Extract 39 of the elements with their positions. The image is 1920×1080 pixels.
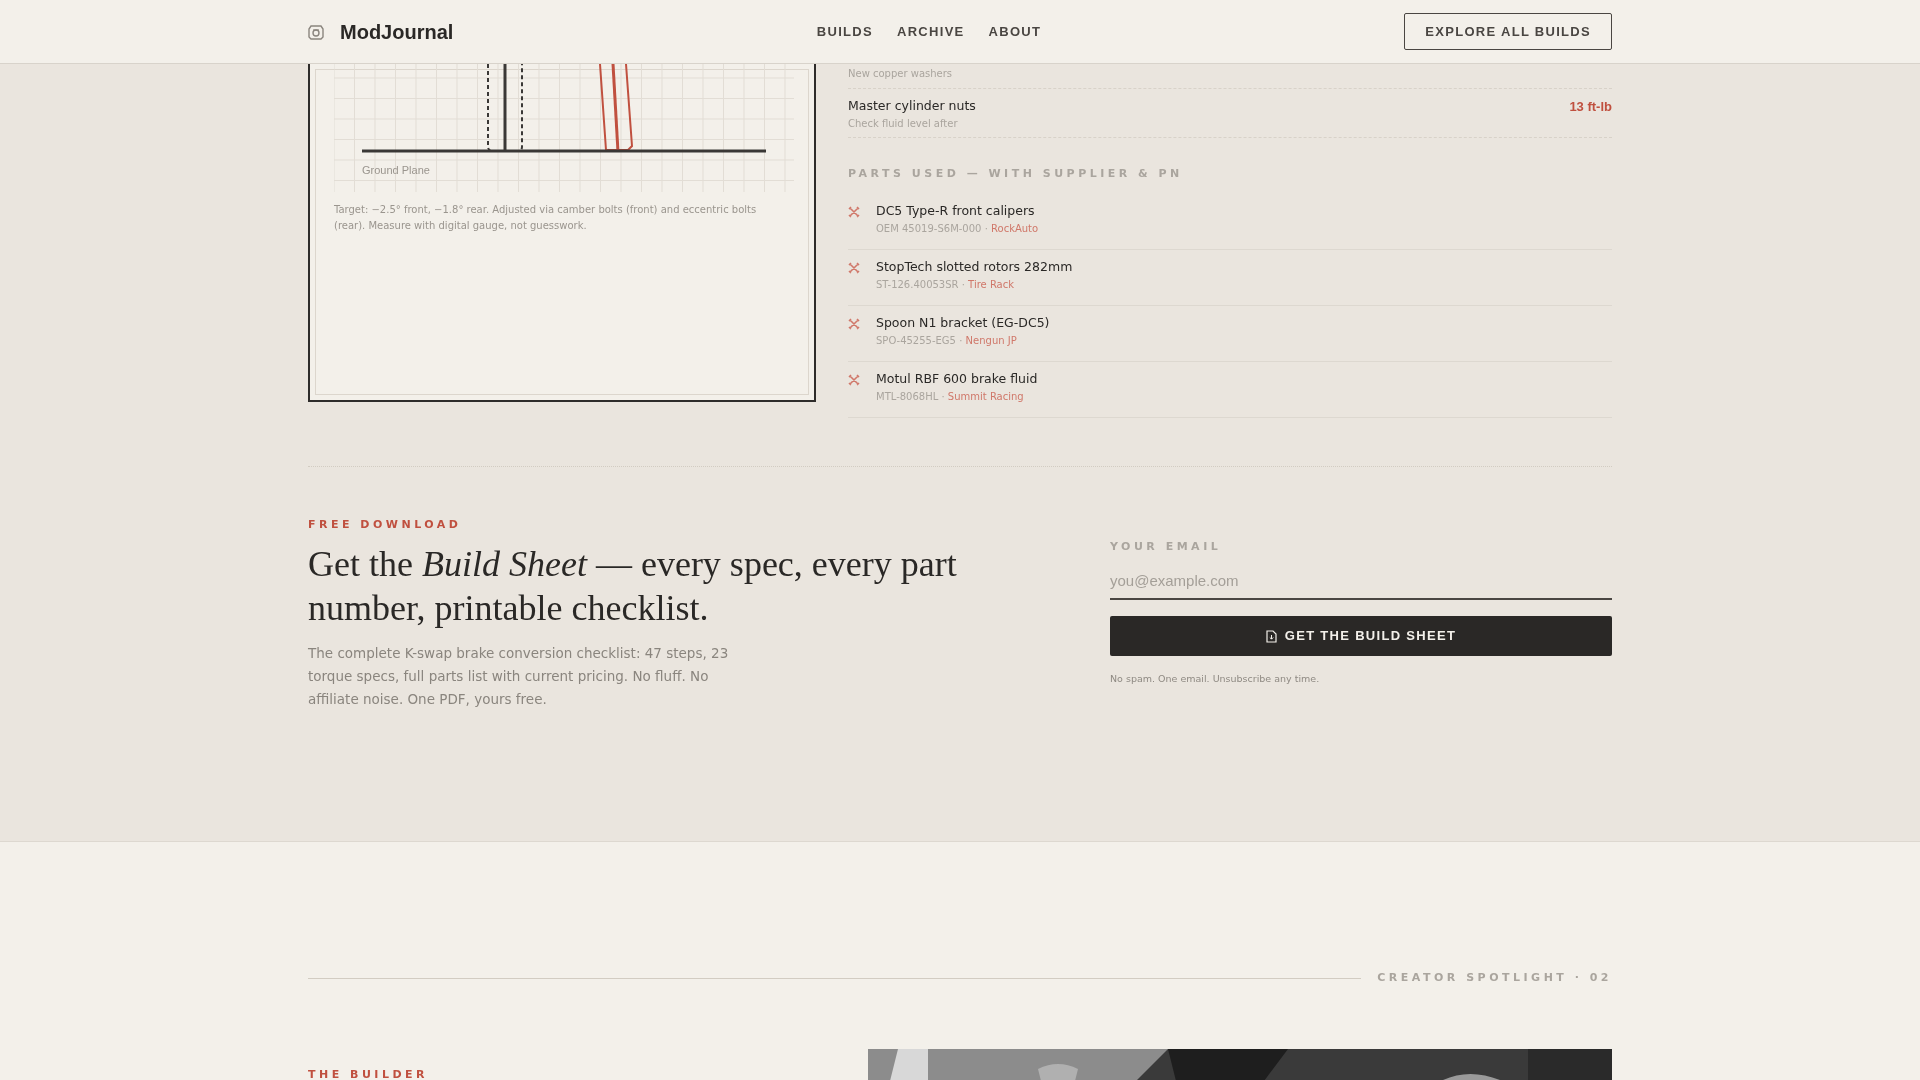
part-name: DC5 Type-R front calipers bbox=[876, 202, 1036, 221]
file-icon bbox=[1265, 629, 1277, 643]
nav-link[interactable]: ABOUT bbox=[988, 21, 1042, 42]
privacy-note: No spam. One email. Unsubscribe any time. bbox=[1110, 672, 1321, 686]
nav-link[interactable]: ARCHIVE bbox=[896, 21, 965, 42]
download-description: The complete K-swap brake conversion checklist: 47 steps, 23 torque specs, full parts list with current pricing. No fluff. No affiliate noise. One PDF, yours free. bbox=[308, 643, 730, 709]
torque-value: 13 ft-lb bbox=[1569, 98, 1612, 116]
section-label: CREATOR SPOTLIGHT · 02 bbox=[1377, 970, 1612, 986]
brand-name: ModJournal bbox=[340, 19, 454, 45]
ground-plane-label: Ground Plane bbox=[362, 164, 430, 176]
part-name: Spoon N1 bracket (EG-DC5) bbox=[876, 314, 1050, 333]
torque-item-name: Master cylinder nuts bbox=[848, 97, 976, 115]
separator-dot: · bbox=[959, 335, 963, 346]
part-number: MTL-8068HL bbox=[876, 391, 939, 402]
crossed-tools-icon bbox=[848, 374, 860, 387]
separator-dot: · bbox=[984, 223, 988, 234]
torque-item-note: New copper washers bbox=[848, 67, 953, 81]
download-button[interactable]: GET THE BUILD SHEET bbox=[1110, 616, 1612, 656]
part-number: SPO-45255-EG5 bbox=[876, 335, 956, 346]
eyebrow-label: THE BUILDER bbox=[308, 1066, 429, 1080]
eyebrow-label: FREE DOWNLOAD bbox=[308, 517, 463, 533]
email-label: YOUR EMAIL bbox=[1110, 539, 1223, 555]
diagram-caption: Target: −2.5° front, −1.8° rear. Adjusted via camber bolts (front) and eccentric bolts (rear). Measure with digital gauge, not guesswork. bbox=[334, 203, 758, 233]
part-name: Motul RBF 600 brake fluid bbox=[876, 370, 1038, 389]
separator-dot: · bbox=[941, 391, 945, 402]
part-number: OEM 45019-S6M-000 bbox=[876, 223, 982, 234]
email-field[interactable]: you@example.com bbox=[1110, 563, 1612, 600]
logo-icon bbox=[308, 23, 324, 40]
part-number: ST-126.40053SR bbox=[876, 279, 959, 290]
nav-link[interactable]: BUILDS bbox=[816, 21, 873, 42]
separator-dot: · bbox=[961, 279, 965, 290]
crossed-tools-icon bbox=[848, 206, 860, 219]
parts-heading: PARTS USED — WITH SUPPLIER & PN bbox=[848, 165, 1184, 182]
crossed-tools-icon bbox=[848, 318, 860, 331]
crossed-tools-icon bbox=[848, 262, 860, 275]
download-headline: Get the Build Sheet — every spec, every part number, printable checklist. bbox=[308, 542, 958, 630]
torque-item-note: Check fluid level after bbox=[848, 116, 959, 131]
explore-button[interactable]: EXPLORE ALL BUILDS bbox=[1404, 12, 1612, 51]
part-name: StopTech slotted rotors 282mm bbox=[876, 258, 1073, 277]
